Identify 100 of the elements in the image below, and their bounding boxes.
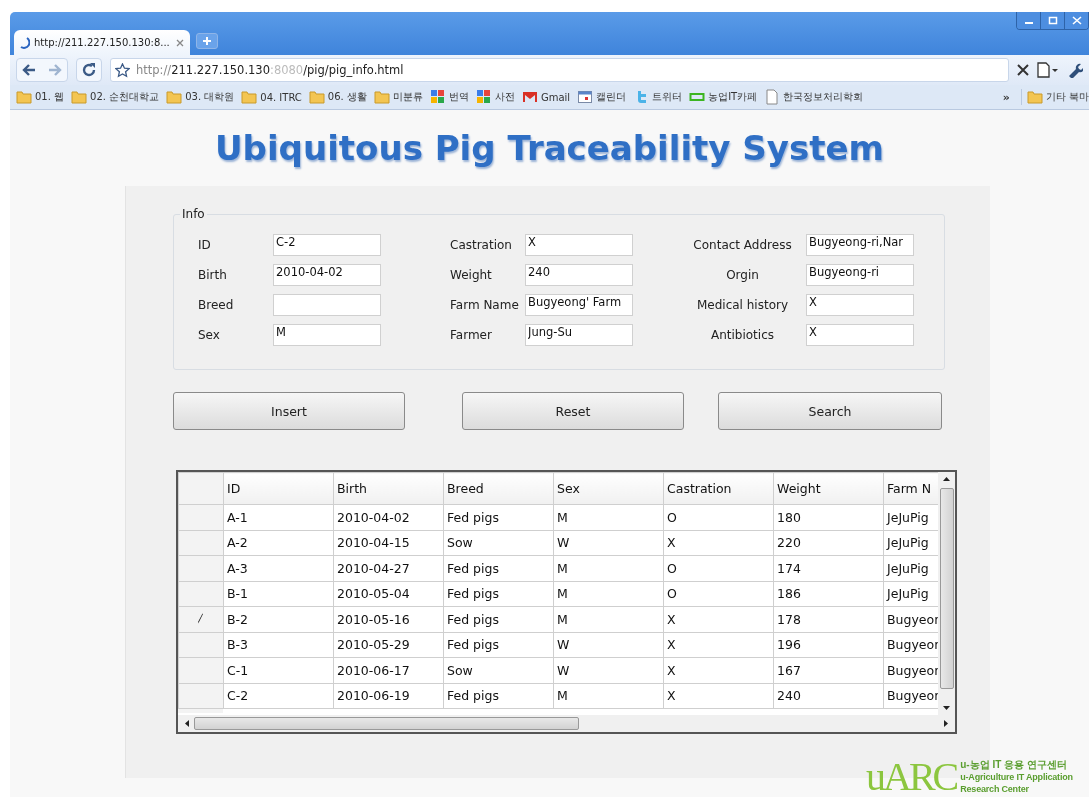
text-field[interactable]: 240 bbox=[525, 263, 633, 286]
back-icon[interactable] bbox=[21, 63, 37, 77]
column-header[interactable]: Weight bbox=[773, 472, 884, 505]
column-header[interactable]: ID bbox=[223, 472, 334, 505]
scroll-left-icon[interactable] bbox=[184, 719, 190, 728]
table-cell: B-3 bbox=[223, 632, 334, 658]
bookmark[interactable]: 한국정보처리학회 bbox=[764, 89, 864, 105]
vertical-scrollbar[interactable] bbox=[938, 472, 955, 715]
logo-title: u-농업 IT 응용 연구센터 bbox=[960, 759, 1068, 771]
horizontal-scrollbar[interactable] bbox=[178, 715, 955, 732]
bookmark[interactable]: 미분류 bbox=[373, 89, 423, 105]
stop-icon[interactable] bbox=[1017, 64, 1029, 76]
folder-icon bbox=[1026, 89, 1043, 105]
scroll-thumb[interactable] bbox=[939, 488, 954, 689]
table-cell: 174 bbox=[773, 555, 884, 581]
table-cell: 2010-05-16 bbox=[333, 606, 444, 632]
text-field[interactable]: Bugyeong' Farm bbox=[525, 293, 633, 316]
text-field[interactable]: 2010-04-02 bbox=[273, 263, 381, 286]
table-cell: 196 bbox=[773, 632, 884, 658]
table-cell: Sow bbox=[443, 657, 554, 683]
folder-icon bbox=[71, 89, 88, 105]
logo-subtitle: u-Agriculture IT Application bbox=[960, 771, 1073, 783]
table-cell: Fed pigs bbox=[443, 632, 554, 658]
mail-icon bbox=[521, 89, 538, 105]
bookmark[interactable]: 트위터 bbox=[633, 89, 683, 105]
minimize-button[interactable] bbox=[1017, 12, 1040, 29]
field-label: Castration bbox=[450, 237, 513, 252]
scroll-right-icon[interactable] bbox=[943, 719, 949, 728]
bookmark[interactable]: 01. 웹 bbox=[16, 89, 65, 105]
address-bar[interactable]: http://211.227.150.130:8080/pig/pig_info.html bbox=[110, 58, 1009, 82]
text-field[interactable]: Jung-Su bbox=[525, 323, 633, 346]
row-header[interactable] bbox=[178, 555, 224, 581]
url-text[interactable]: http://211.227.150.130:8080/pig/pig_info.html bbox=[136, 63, 404, 77]
reload-icon[interactable] bbox=[81, 62, 97, 78]
maximize-icon bbox=[1047, 16, 1058, 25]
close-tab-icon[interactable] bbox=[176, 38, 184, 47]
row-header[interactable] bbox=[178, 606, 224, 632]
star-icon[interactable] bbox=[115, 62, 130, 78]
plus-icon bbox=[200, 35, 214, 47]
page-title: Ubiquitous Pig Traceability System bbox=[214, 127, 885, 168]
text-field[interactable]: M bbox=[273, 323, 381, 346]
text-field[interactable]: X bbox=[806, 293, 914, 316]
column-header[interactable]: Breed bbox=[443, 472, 554, 505]
text-field[interactable]: Bugyeong-ri,Nar bbox=[806, 233, 914, 256]
row-header[interactable] bbox=[178, 504, 224, 530]
bookmark[interactable]: 06. 생활 bbox=[308, 89, 367, 105]
column-header[interactable]: Farm N bbox=[883, 472, 938, 505]
bookmark-folder[interactable]: 기타 북마 bbox=[1020, 89, 1089, 105]
new-tab-button[interactable] bbox=[196, 33, 218, 49]
text-field[interactable]: Bugyeong-ri bbox=[806, 263, 914, 286]
table-cell: M bbox=[553, 683, 664, 709]
bookmark[interactable]: 캘린더 bbox=[577, 89, 627, 105]
column-header[interactable]: Birth bbox=[333, 472, 444, 505]
text-field[interactable]: C-2 bbox=[273, 233, 381, 256]
table-cell: C-1 bbox=[223, 657, 334, 683]
close-button[interactable] bbox=[1064, 12, 1088, 29]
action-button[interactable]: Insert bbox=[173, 392, 405, 430]
bookmark[interactable]: Gmail bbox=[521, 89, 571, 105]
row-header[interactable] bbox=[178, 530, 224, 556]
colored-squares-icon bbox=[475, 89, 492, 105]
forward-icon[interactable] bbox=[47, 63, 63, 77]
table-cell: 2010-04-15 bbox=[333, 530, 444, 556]
bookmark[interactable]: 03. 대학원 bbox=[166, 89, 235, 105]
scroll-up-icon[interactable] bbox=[942, 476, 951, 482]
scroll-thumb[interactable] bbox=[194, 717, 579, 730]
row-header[interactable] bbox=[178, 581, 224, 607]
field-label: Breed bbox=[197, 297, 235, 312]
field-label: Birth bbox=[197, 267, 228, 282]
text-field[interactable] bbox=[273, 293, 381, 316]
bookmark[interactable]: 번역 bbox=[429, 89, 469, 105]
page-menu-icon[interactable] bbox=[1037, 62, 1059, 78]
colored-squares-icon bbox=[429, 89, 446, 105]
maximize-button[interactable] bbox=[1040, 12, 1064, 29]
column-header[interactable]: Castration bbox=[663, 472, 774, 505]
table-cell: O bbox=[663, 555, 774, 581]
scroll-down-icon[interactable] bbox=[942, 705, 951, 711]
table-cell: 2010-06-19 bbox=[333, 683, 444, 709]
bookmark[interactable]: 농업IT카페 bbox=[689, 89, 758, 105]
more-bookmarks-button[interactable]: » bbox=[1002, 90, 1010, 104]
bookmark[interactable]: 04. ITRC bbox=[241, 89, 302, 105]
row-header[interactable] bbox=[178, 683, 224, 709]
table-cell: W bbox=[553, 657, 664, 683]
action-button[interactable]: Reset bbox=[462, 392, 684, 430]
field-label: Sex bbox=[197, 327, 221, 342]
table-cell: W bbox=[553, 530, 664, 556]
field-label: Farmer bbox=[450, 327, 493, 342]
table-cell: A-1 bbox=[223, 504, 334, 530]
browser-tab[interactable]: http://211.227.150.130:8... bbox=[14, 30, 190, 55]
row-header[interactable] bbox=[178, 657, 224, 683]
bookmark[interactable]: 사전 bbox=[475, 89, 515, 105]
table-cell: M bbox=[553, 581, 664, 607]
wrench-icon[interactable] bbox=[1067, 62, 1083, 78]
table-cell: O bbox=[663, 581, 774, 607]
bookmark[interactable]: 02. 순천대학교 bbox=[71, 89, 160, 105]
text-field[interactable]: X bbox=[806, 323, 914, 346]
action-button[interactable]: Search bbox=[718, 392, 942, 430]
row-header[interactable] bbox=[178, 632, 224, 658]
text-field[interactable]: X bbox=[525, 233, 633, 256]
table-cell: X bbox=[663, 606, 774, 632]
column-header[interactable]: Sex bbox=[553, 472, 664, 505]
